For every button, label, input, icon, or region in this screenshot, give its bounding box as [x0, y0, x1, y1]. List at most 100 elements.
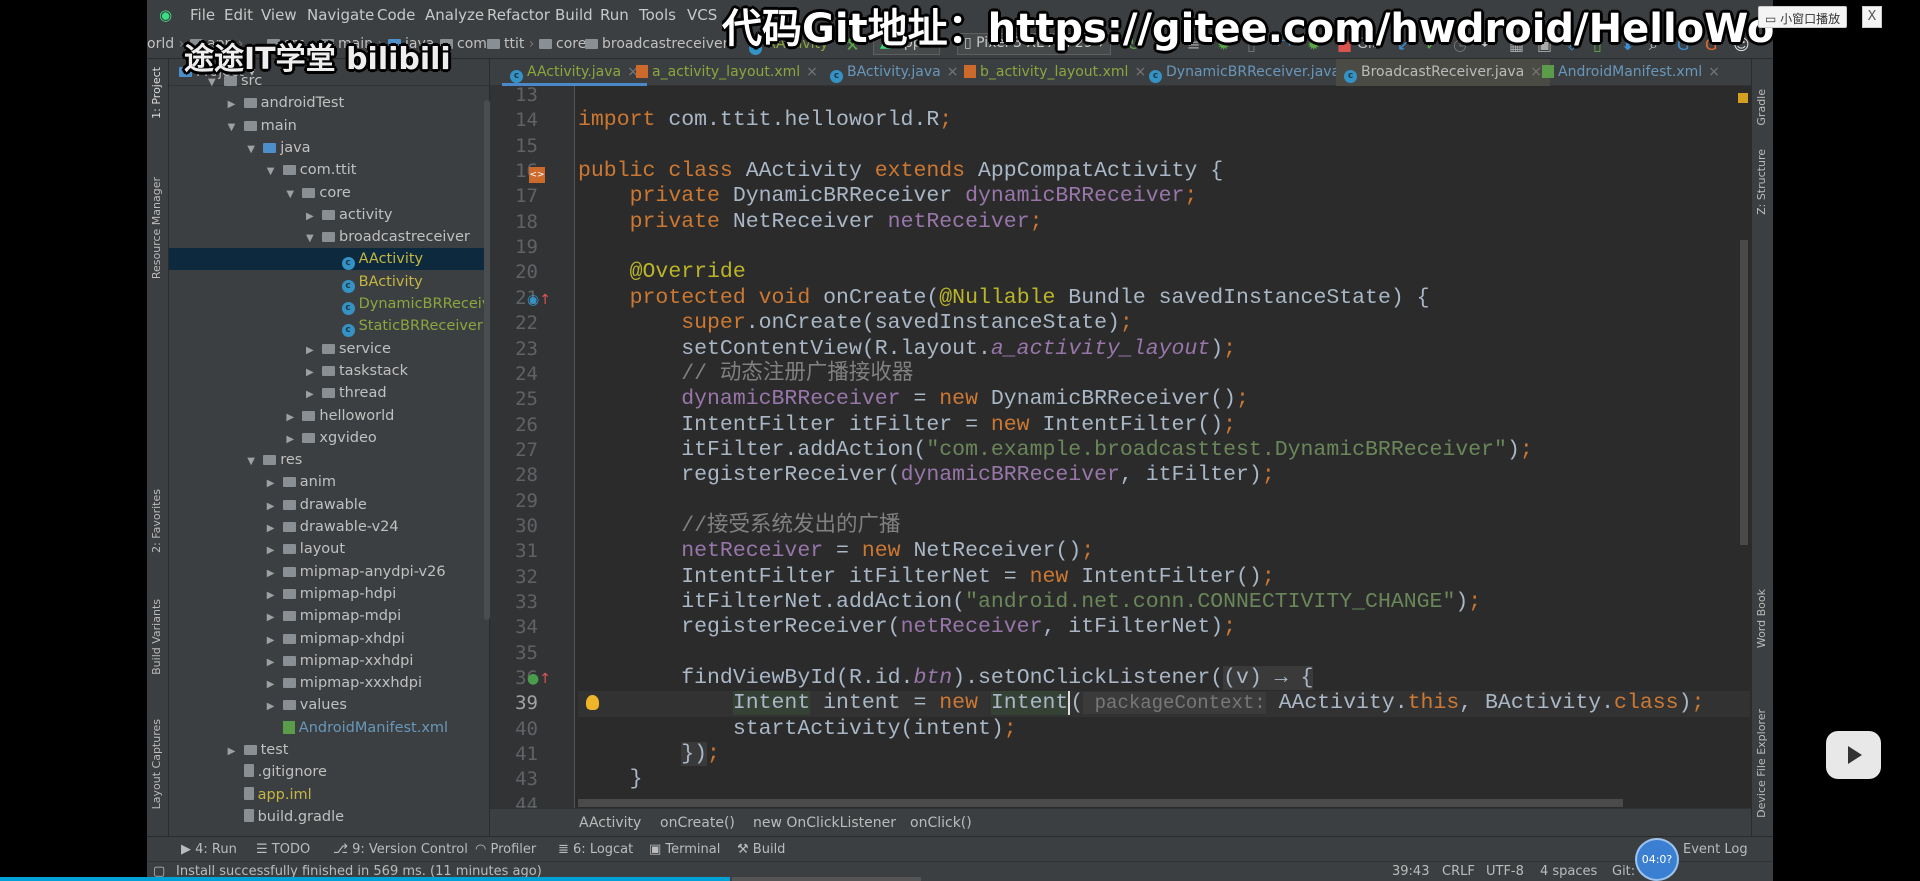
- horizontal-scrollbar[interactable]: [578, 799, 1623, 807]
- stripe-project[interactable]: 1: Project: [150, 67, 163, 119]
- lightbulb-icon[interactable]: [586, 695, 599, 710]
- tree-item[interactable]: ▼ res: [169, 449, 489, 471]
- menu-code[interactable]: Code: [377, 6, 415, 24]
- menu-run[interactable]: Run: [600, 6, 629, 24]
- chevron-right-icon[interactable]: ▶: [267, 540, 283, 562]
- override-gutter-icon[interactable]: ◉↑: [527, 292, 551, 308]
- code-line[interactable]: startActivity(intent);: [578, 717, 1750, 742]
- mini-player-button[interactable]: ▭ 小窗口播放: [1758, 6, 1848, 28]
- chevron-right-icon[interactable]: ▶: [228, 741, 244, 763]
- tab-b-activity-layout-xml[interactable]: b_activity_layout.xml ×: [956, 59, 1154, 86]
- chevron-right-icon[interactable]: ▶: [306, 362, 322, 384]
- chevron-right-icon[interactable]: ▶: [267, 585, 283, 607]
- tab-dynamicbrreceiver-java[interactable]: cDynamicBRReceiver.java×: [1141, 59, 1366, 86]
- inspection-status-icon[interactable]: [1738, 93, 1748, 103]
- code-line[interactable]: Intent intent = new Intent( packageConte…: [578, 691, 1750, 717]
- stripe-device-file-explorer[interactable]: Device File Explorer: [1755, 709, 1768, 818]
- tree-item[interactable]: ▶ drawable: [169, 494, 489, 516]
- tree-item[interactable]: ▶ test: [169, 739, 489, 763]
- stripe-layout-captures[interactable]: Layout Captures: [150, 719, 163, 809]
- tree-item[interactable]: app.iml: [169, 784, 489, 806]
- tree-item[interactable]: ▶ activity: [169, 204, 489, 228]
- tool-build[interactable]: ⚒ Build: [737, 842, 785, 857]
- tree-item[interactable]: ▶ values: [169, 694, 489, 718]
- code-line[interactable]: super.onCreate(savedInstanceState);: [578, 311, 1750, 336]
- chevron-right-icon[interactable]: ▶: [267, 674, 283, 696]
- tree-item[interactable]: c BActivity: [169, 271, 489, 293]
- stripe-gradle[interactable]: Gradle: [1755, 89, 1768, 126]
- chevron-right-icon[interactable]: ▶: [228, 94, 244, 116]
- code-line[interactable]: itFilter.addAction("com.example.broadcas…: [578, 438, 1750, 463]
- tool-run[interactable]: ▶ 4: Run: [181, 842, 237, 857]
- file-encoding[interactable]: UTF-8: [1486, 864, 1524, 879]
- tool-event-log[interactable]: Event Log: [1683, 842, 1748, 857]
- code-line[interactable]: public class AActivity extends AppCompat…: [578, 159, 1750, 184]
- tree-item[interactable]: ▶ mipmap-anydpi-v26: [169, 561, 489, 585]
- tree-item[interactable]: ▶ mipmap-xhdpi: [169, 628, 489, 650]
- layout-xml-gutter-icon[interactable]: <>: [529, 167, 545, 183]
- crumb-onclicklistener[interactable]: new OnClickListener: [753, 815, 896, 831]
- chevron-right-icon[interactable]: ▶: [267, 696, 283, 718]
- tab-bactivity-java[interactable]: c BActivity.java ×: [822, 59, 966, 86]
- tree-item[interactable]: ▶ service: [169, 338, 489, 362]
- tree-item[interactable]: AndroidManifest.xml: [169, 717, 489, 739]
- code-line[interactable]: [578, 235, 1750, 260]
- code-line[interactable]: dynamicBRReceiver = new DynamicBRReceive…: [578, 387, 1750, 412]
- vertical-scrollbar[interactable]: [1740, 240, 1748, 545]
- chevron-right-icon[interactable]: ▶: [306, 340, 322, 362]
- tab-a-activity-layout-xml[interactable]: a_activity_layout.xml ×: [628, 59, 826, 86]
- chevron-down-icon[interactable]: ▼: [228, 117, 244, 139]
- tree-item[interactable]: ▼ core: [169, 182, 489, 206]
- chevron-right-icon[interactable]: ▶: [306, 384, 322, 406]
- tree-item[interactable]: ▶ mipmap-xxhdpi: [169, 650, 489, 672]
- tree-item[interactable]: ▶ drawable-v24: [169, 516, 489, 540]
- chevron-right-icon[interactable]: ▶: [306, 206, 322, 228]
- stripe-structure[interactable]: Z: Structure: [1755, 149, 1768, 215]
- tree-item[interactable]: .gitignore: [169, 761, 489, 783]
- code-line[interactable]: [578, 83, 1750, 108]
- avatar[interactable]: 04:0?: [1635, 838, 1679, 881]
- implements-gutter-icon[interactable]: ●↑: [527, 671, 551, 687]
- tree-item[interactable]: ▶ androidTest: [169, 92, 489, 116]
- chevron-right-icon[interactable]: ▶: [267, 473, 283, 495]
- stripe-word-book[interactable]: Word Book: [1755, 589, 1768, 648]
- code-line[interactable]: itFilterNet.addAction("android.net.conn.…: [578, 590, 1750, 615]
- video-progress-bar[interactable]: [0, 877, 730, 881]
- code-line[interactable]: import com.ttit.helloworld.R;: [578, 108, 1750, 133]
- code-line[interactable]: registerReceiver(dynamicBRReceiver, itFi…: [578, 463, 1750, 488]
- chevron-right-icon[interactable]: ▶: [286, 429, 302, 451]
- tree-item[interactable]: ▼ com.ttit: [169, 159, 489, 181]
- menu-analyze[interactable]: Analyze: [425, 6, 484, 24]
- chevron-right-icon[interactable]: ▶: [267, 518, 283, 540]
- stripe-build-variants[interactable]: Build Variants: [150, 599, 163, 675]
- bilibili-tv-icon[interactable]: [1826, 731, 1881, 779]
- close-tab-icon[interactable]: ×: [1708, 64, 1720, 80]
- tree-item[interactable]: ▶ layout: [169, 538, 489, 562]
- tool-todo[interactable]: ☰ TODO: [256, 842, 310, 857]
- menu-view[interactable]: View: [261, 6, 297, 24]
- menu-navigate[interactable]: Navigate: [307, 6, 374, 24]
- menu-file[interactable]: File: [190, 6, 215, 24]
- git-branch[interactable]: Git:: [1612, 864, 1635, 879]
- tree-item[interactable]: ▶ mipmap-mdpi: [169, 605, 489, 627]
- code-line[interactable]: registerReceiver(netReceiver, itFilterNe…: [578, 615, 1750, 640]
- stripe-resource-manager[interactable]: Resource Manager: [150, 177, 163, 279]
- code-line[interactable]: // 动态注册广播接收器: [578, 362, 1750, 387]
- tree-item[interactable]: ▶ anim: [169, 471, 489, 495]
- tab-aactivity-java[interactable]: c AActivity.java ×: [502, 59, 647, 86]
- tree-item[interactable]: ▶ xgvideo: [169, 427, 489, 451]
- code-line[interactable]: setContentView(R.layout.a_activity_layou…: [578, 337, 1750, 362]
- mini-player-close-button[interactable]: X: [1862, 6, 1882, 28]
- code-line[interactable]: }: [578, 767, 1750, 792]
- tree-item[interactable]: ▶ mipmap-hdpi: [169, 583, 489, 607]
- crumb-onclick[interactable]: onClick(): [910, 815, 972, 831]
- nav-crumb[interactable]: ttit ›: [487, 36, 534, 52]
- code-line[interactable]: private NetReceiver netReceiver;: [578, 210, 1750, 235]
- tree-item[interactable]: ▶ thread: [169, 382, 489, 406]
- nav-crumb[interactable]: orld ›: [147, 36, 184, 52]
- chevron-right-icon[interactable]: ▶: [267, 563, 283, 585]
- tree-item[interactable]: ▶ mipmap-xxxhdpi: [169, 672, 489, 696]
- chevron-down-icon[interactable]: ▼: [286, 184, 302, 206]
- chevron-down-icon[interactable]: ▼: [247, 139, 263, 161]
- menu-build[interactable]: Build: [555, 6, 593, 24]
